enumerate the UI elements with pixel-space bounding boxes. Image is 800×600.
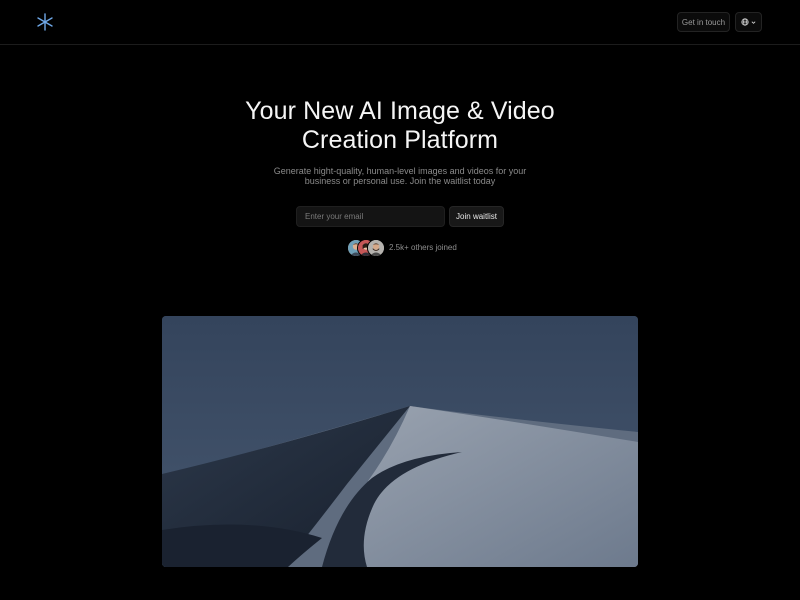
globe-icon	[741, 18, 749, 26]
desert-dune-night-image	[162, 316, 638, 567]
hero-title-line-2: Creation Platform	[301, 126, 499, 154]
joined-count-text: 2.5k+ others joined	[389, 243, 457, 252]
hero-title: Your New AI Image & Video Creation Platf…	[200, 97, 600, 155]
join-waitlist-button[interactable]: Join waitlist	[449, 206, 504, 227]
hero-subtitle-line-1: Generate hight-quality, human-level imag…	[273, 166, 527, 176]
chevron-down-icon	[751, 20, 756, 24]
hero-title-line-1: Your New AI Image & Video	[245, 97, 555, 125]
hero-subtitle-line-2: business or personal use. Join the waitl…	[304, 176, 496, 186]
get-in-touch-button[interactable]: Get in touch	[677, 12, 730, 32]
landing-page: Get in touch Your New AI Image & Video C…	[0, 0, 800, 600]
asterisk-snowflake-icon[interactable]	[36, 13, 54, 31]
language-selector-button[interactable]	[735, 12, 762, 32]
email-field[interactable]	[296, 206, 445, 227]
avatar	[367, 239, 385, 257]
avatar-group	[347, 239, 387, 257]
top-header: Get in touch	[0, 0, 800, 45]
hero-subtitle: Generate hight-quality, human-level imag…	[270, 166, 530, 186]
